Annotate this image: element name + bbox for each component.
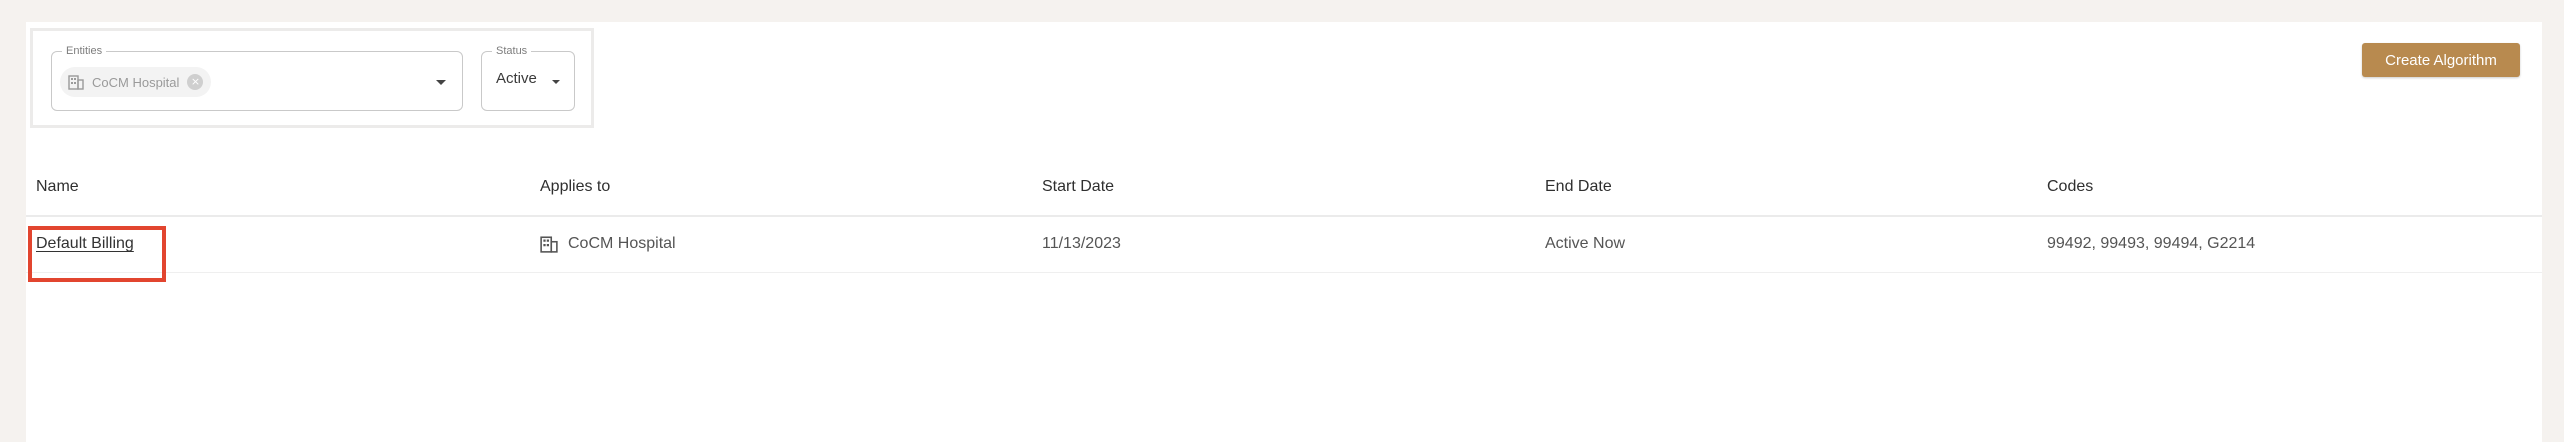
entity-chip[interactable]: CoCM Hospital × xyxy=(60,67,212,97)
applies-to-cell: CoCM Hospital xyxy=(540,235,676,253)
building-icon xyxy=(68,74,84,90)
building-icon xyxy=(540,235,558,253)
close-circle-icon[interactable]: × xyxy=(187,74,204,90)
create-algorithm-button[interactable]: Create Algorithm xyxy=(2362,43,2520,77)
column-header-name: Name xyxy=(36,178,79,195)
chevron-down-icon[interactable] xyxy=(436,80,446,85)
end-date-cell: Active Now xyxy=(1545,235,1626,252)
column-header-end-date: End Date xyxy=(1545,178,1612,195)
status-select[interactable]: Status Active xyxy=(481,43,575,111)
entities-legend: Entities xyxy=(62,43,107,59)
column-header-start-date: Start Date xyxy=(1042,178,1115,195)
status-legend: Status xyxy=(492,43,532,59)
table-header: Name Applies to Start Date End Date Code… xyxy=(26,160,2542,217)
chevron-down-icon[interactable] xyxy=(552,80,560,84)
name-cell: Default Billing xyxy=(28,226,166,282)
main-panel: Entities CoCM Hospital × Status Active C… xyxy=(26,22,2542,442)
entities-select[interactable]: Entities CoCM Hospital × xyxy=(51,43,463,111)
column-header-applies-to: Applies to xyxy=(540,178,611,195)
start-date-cell: 11/13/2023 xyxy=(1042,235,1121,252)
table-row: Default Billing CoCM Hospital 11/13/2023… xyxy=(26,217,2542,282)
column-header-codes: Codes xyxy=(2047,178,2094,195)
highlight-box xyxy=(28,226,166,282)
codes-cell: 99492, 99493, 99494, G2214 xyxy=(2047,235,2256,252)
entity-chip-label: CoCM Hospital xyxy=(92,74,180,90)
filter-bar: Entities CoCM Hospital × Status Active xyxy=(30,28,594,128)
status-value: Active xyxy=(496,70,537,87)
applies-to-label: CoCM Hospital xyxy=(568,235,676,252)
